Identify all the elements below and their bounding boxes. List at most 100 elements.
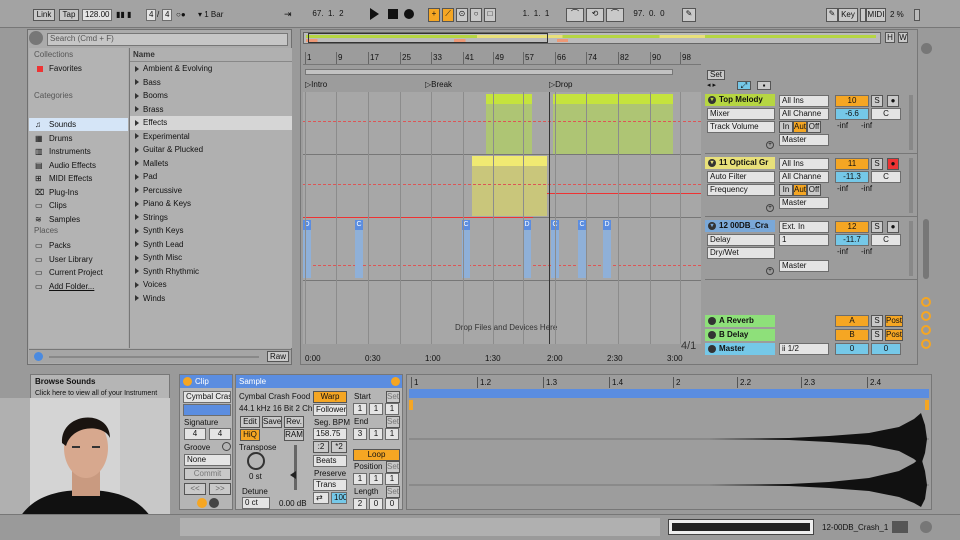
crash-clip[interactable]: C [578, 220, 586, 278]
punch-in-button[interactable]: ⌒ [566, 8, 584, 22]
loop-length[interactable]: 97. 0. 0 [624, 9, 674, 21]
browser-item[interactable]: Synth Misc [130, 251, 292, 265]
track-fold-icon[interactable]: ▾ [708, 159, 716, 167]
send-b[interactable]: -inf [859, 121, 879, 133]
clip-color-field[interactable] [183, 404, 231, 416]
expand-icon[interactable] [135, 65, 139, 72]
crash-clip[interactable]: D [523, 220, 531, 278]
place-item-user-library[interactable]: ▭ User Library [29, 253, 128, 266]
browser-item[interactable]: Brass [130, 103, 292, 117]
end-field-0[interactable]: 3 [353, 428, 367, 440]
add-lane-icon[interactable]: + [766, 204, 774, 212]
expand-icon[interactable] [135, 146, 139, 153]
category-item-samples[interactable]: ≋ Samples [29, 213, 128, 226]
save-button[interactable]: Save [262, 416, 282, 428]
output-chooser[interactable]: Master [779, 260, 829, 272]
signature-numerator[interactable]: 4 [146, 9, 156, 21]
loop-bar[interactable] [409, 389, 929, 398]
monitor-off[interactable]: Off [807, 121, 821, 133]
browser-item[interactable]: Voices [130, 278, 292, 292]
clip-fold-icon[interactable] [197, 498, 207, 508]
input-channel[interactable]: All Channe [779, 108, 829, 120]
category-item-instruments[interactable]: ▥ Instruments [29, 145, 128, 158]
master-fold-icon[interactable] [708, 345, 716, 353]
end-field-1[interactable]: 1 [369, 428, 383, 440]
category-item-drums[interactable]: ▦ Drums [29, 132, 128, 145]
envelope-field[interactable]: 100 [331, 492, 347, 504]
arm-button[interactable]: ● [887, 95, 899, 107]
parameter-chooser[interactable]: Track Volume [707, 121, 775, 133]
input-channel[interactable]: All Channe [779, 171, 829, 183]
browser-item[interactable]: Ambient & Evolving [130, 62, 292, 76]
length-field-1[interactable]: 0 [369, 498, 383, 510]
clip-edit-icon[interactable] [209, 498, 219, 508]
expand-icon[interactable] [135, 119, 139, 126]
track-fold-icon[interactable]: ▾ [708, 222, 716, 230]
return-post[interactable]: Post [885, 315, 903, 327]
position-field-0[interactable]: 1 [353, 473, 367, 485]
input-type[interactable]: All Ins [779, 95, 829, 107]
return-track-a[interactable]: A Reverb [705, 315, 775, 327]
browser-item[interactable]: Experimental [130, 130, 292, 144]
track-name-bar[interactable]: ▾ 12 00DB_Cra [705, 220, 775, 232]
add-lane-icon[interactable]: + [766, 141, 774, 149]
tap-button[interactable]: Tap [59, 9, 79, 21]
return-solo[interactable]: S [871, 315, 883, 327]
locator-intro[interactable]: ▷Intro [305, 79, 327, 90]
clip-sig-den[interactable]: 4 [209, 428, 231, 440]
pan-field[interactable]: C [871, 171, 901, 183]
end-marker-icon[interactable] [925, 400, 929, 410]
fold-button[interactable]: ⤢ [737, 81, 751, 90]
output-chooser[interactable]: Master [779, 134, 829, 146]
overview-strip[interactable] [303, 32, 881, 44]
input-channel[interactable]: 1 [779, 234, 829, 246]
volume-field[interactable]: -6.6 [835, 108, 869, 120]
return-fold-icon[interactable] [708, 317, 716, 325]
seg-bpm-field[interactable]: 158.75 [313, 428, 347, 440]
category-item-sounds[interactable]: ♫ Sounds [29, 118, 128, 131]
pan-field[interactable]: C [871, 234, 901, 246]
capture-button[interactable]: ○ [470, 8, 482, 22]
warp-mode-field[interactable]: Beats [313, 455, 347, 467]
draw-mode-button[interactable]: ✎ [682, 8, 696, 22]
send-a[interactable]: -inf [835, 184, 855, 196]
double-tempo-button[interactable]: *2 [331, 441, 347, 453]
track-number[interactable]: 10 [835, 95, 869, 107]
midi-map-button[interactable]: MIDI [866, 8, 886, 22]
solo-button[interactable]: S [871, 158, 883, 170]
expand-icon[interactable] [135, 214, 139, 221]
crash-clip[interactable]: D [603, 220, 611, 278]
mixer-toggle-icon[interactable] [921, 339, 931, 349]
automation-line-1[interactable] [303, 121, 701, 122]
w-button[interactable]: W [898, 32, 908, 43]
browser-item[interactable]: Percussive [130, 184, 292, 198]
prev-clip-button[interactable]: << [184, 483, 206, 495]
preview-icon[interactable] [34, 352, 43, 361]
monitor-auto[interactable]: Auto [793, 184, 807, 196]
session-record-button[interactable]: □ [484, 8, 496, 22]
automation-line-3[interactable] [303, 217, 533, 218]
return-letter[interactable]: B [835, 329, 869, 341]
io-toggle-icon[interactable] [921, 297, 931, 307]
locator-nav-icons[interactable]: ◂ ▸ [707, 81, 716, 89]
place-item-current-project[interactable]: ▭ Current Project [29, 266, 128, 279]
groove-hot-swap-icon[interactable] [222, 442, 231, 451]
warp-button[interactable]: Warp [313, 391, 347, 403]
search-input[interactable]: Search (Cmd + F) [47, 33, 288, 46]
browser-item[interactable]: Effects [130, 116, 292, 130]
loop-button[interactable]: ⟲ [586, 8, 604, 22]
panel-toggle-icon[interactable] [921, 43, 932, 54]
solo-button[interactable]: S [871, 221, 883, 233]
loop-toggle-button[interactable]: Loop [353, 449, 400, 461]
clip-name-field[interactable]: Cymbal Crash [183, 391, 231, 403]
expand-icon[interactable] [135, 268, 139, 275]
expand-icon[interactable] [135, 254, 139, 261]
automation-line-2[interactable] [303, 184, 701, 185]
length-set-button[interactable]: Set [386, 486, 400, 498]
track-number[interactable]: 12 [835, 221, 869, 233]
transpose-knob[interactable] [247, 452, 265, 470]
arm-button[interactable]: ● [887, 221, 899, 233]
start-marker-icon[interactable] [409, 400, 413, 410]
browser-item[interactable]: Piano & Keys [130, 197, 292, 211]
expand-icon[interactable] [135, 241, 139, 248]
